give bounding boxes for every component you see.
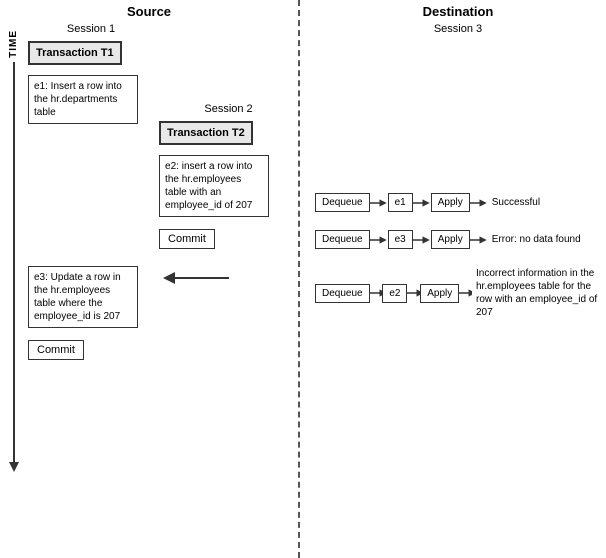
result-e3: Error: no data found [492, 233, 581, 246]
apply-box-e1: Apply [431, 193, 470, 212]
session3-label: Session 3 [310, 21, 606, 43]
destination-section: Destination Session 3 Dequeue e1 [300, 0, 606, 558]
apply-box-e3: Apply [431, 230, 470, 249]
dest-row-e1: Dequeue e1 [315, 193, 606, 212]
sessions-wrapper: Session 1 Transaction T1 e1: Insert a ro… [0, 21, 298, 366]
commit2-box: Commit [159, 229, 215, 249]
arrow-e3-apply [413, 233, 431, 247]
dest-header: Destination [310, 0, 606, 21]
time-arrowhead [9, 462, 19, 472]
session1-column: Session 1 Transaction T1 e1: Insert a ro… [0, 21, 154, 366]
arrow-dequeue-e3 [370, 233, 388, 247]
arrow-wrapper [159, 263, 298, 296]
session1-label: Session 1 [28, 21, 154, 37]
arrow-e2-apply [407, 286, 420, 300]
event-e2-box: e2 [382, 284, 407, 303]
event2-box: e2: insert a row into the hr.employees t… [159, 155, 269, 217]
dest-row-e3: Dequeue e3 [315, 230, 606, 249]
commit1-box: Commit [28, 340, 84, 360]
dequeue-box-e3: Dequeue [315, 230, 370, 249]
source-section: TIME Source Session 1 Transaction T1 e1:… [0, 0, 300, 558]
spacer1 [28, 130, 154, 260]
diagram-container: TIME Source Session 1 Transaction T1 e1:… [0, 0, 606, 558]
event-e3-box: e3 [388, 230, 413, 249]
transaction-t1-box: Transaction T1 [28, 41, 122, 65]
source-header: Source [0, 0, 298, 21]
arrow-apply-result-e3 [470, 233, 488, 247]
result-e2: Incorrect information in the hr.employee… [476, 267, 606, 319]
result-e1: Successful [492, 196, 540, 209]
dequeue-box-e2: Dequeue [315, 284, 370, 303]
session2-label: Session 2 [159, 101, 298, 117]
arrow-apply-result-e2 [459, 286, 472, 300]
dequeue-box-e1: Dequeue [315, 193, 370, 212]
dest-rows: Dequeue e1 [310, 193, 606, 319]
apply-box-e2: Apply [420, 284, 459, 303]
transaction-t2-box: Transaction T2 [159, 121, 253, 145]
inter-session-arrow [159, 263, 239, 293]
arrow-e1-apply [413, 196, 431, 210]
event3-box: e3: Update a row in the hr.employees tab… [28, 266, 138, 328]
event1-box: e1: Insert a row into the hr.departments… [28, 75, 138, 124]
event-e1-box: e1 [388, 193, 413, 212]
arrow-apply-result-e1 [470, 196, 488, 210]
arrow-dequeue-e1 [370, 196, 388, 210]
session2-column: Session 2 Transaction T2 e2: insert a ro… [154, 21, 298, 366]
dest-row-e2: Dequeue e2 [315, 267, 606, 319]
arrow-dequeue-e2 [370, 286, 383, 300]
